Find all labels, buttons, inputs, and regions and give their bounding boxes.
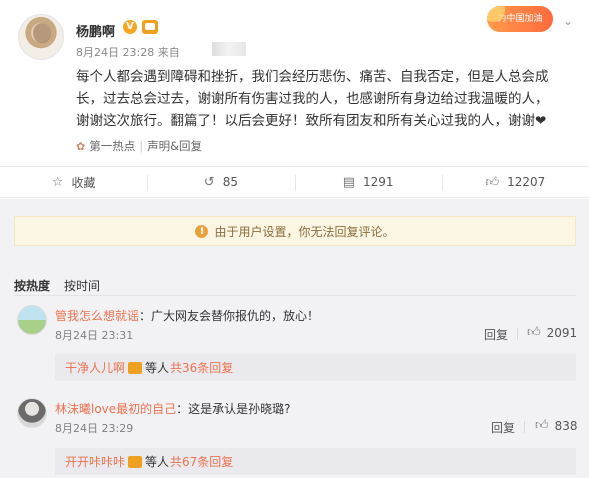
comment-time: 8月24日 23:31 xyxy=(55,329,134,342)
post-text-line: 长，过去总会过去，谢谢所有伤害过我的人，也感谢所有身边给过我温暖的人， xyxy=(76,91,549,107)
member-icon xyxy=(128,361,143,374)
sub-reply-nick[interactable]: 开开咔咔咔 xyxy=(65,453,125,470)
like-count: 12207 xyxy=(507,175,546,189)
member-icon[interactable] xyxy=(142,20,158,34)
thumbs-up-icon: 👍︎ xyxy=(485,174,500,190)
forward-icon: ↺ xyxy=(203,174,215,190)
comment-icon: ▤ xyxy=(342,174,355,190)
comment-like-count: 838 xyxy=(554,418,578,433)
favorite-label: 收藏 xyxy=(71,175,96,190)
comment-text: ：这是承认是孙晓璐? xyxy=(176,402,291,416)
tab-sort-by-time[interactable]: 按时间 xyxy=(64,277,100,294)
comment-like-button[interactable]: 👍︎ 838 xyxy=(535,418,578,433)
commenter-name[interactable]: 林沫曦love最初的自己 xyxy=(55,402,176,416)
promo-banner[interactable]: 为中国加油 xyxy=(487,6,553,32)
comment-body: 管我怎么想就谣：广大网友会替你报仇的，放心！ xyxy=(55,307,319,324)
weibo-post: 杨鹏啊 V 8月24日 23:28 来自 为中国加油 ⌄ 每个人都会遇到障碍和挫… xyxy=(0,0,589,163)
warning-icon: ! xyxy=(195,224,209,238)
chevron-down-icon[interactable]: ⌄ xyxy=(563,14,573,28)
post-time[interactable]: 8月24日 23:28 来自 xyxy=(76,44,180,60)
post-source-row: ✿ 第一热点 | 声明&回复 xyxy=(76,138,202,154)
user-avatar[interactable] xyxy=(18,14,64,60)
post-action-bar: ☆ 收藏 ↺ 85 ▤ 1291 👍︎ 12207 xyxy=(0,166,589,204)
sub-reply-etc: 等人 xyxy=(145,361,170,375)
notice-text: 由于用户设置，你无法回复评论。 xyxy=(214,224,395,239)
commenter-avatar[interactable] xyxy=(17,305,47,335)
sub-reply-summary[interactable]: 开开咔咔咔 等人 共67条回复 xyxy=(55,448,576,475)
post-username[interactable]: 杨鹏啊 xyxy=(76,21,115,40)
sub-reply-nick[interactable]: 干净人儿啊 xyxy=(65,359,125,376)
separator: | xyxy=(139,139,144,153)
reply-disabled-notice: ! 由于用户设置，你无法回复评论。 xyxy=(14,216,576,246)
favorite-button[interactable]: ☆ 收藏 xyxy=(0,167,147,197)
sub-reply-count[interactable]: 共36条回复 xyxy=(170,359,233,376)
comment-like-button[interactable]: 👍︎ 2091 xyxy=(527,325,577,340)
forward-count: 85 xyxy=(222,175,238,189)
hot-topic-icon: ✿ xyxy=(76,139,86,153)
comment-body: 林沫曦love最初的自己：这是承认是孙晓璐? xyxy=(55,400,291,417)
comment-like-count: 2091 xyxy=(546,325,578,340)
comments-section: ! 由于用户设置，你无法回复评论。 按热度 按时间 管我怎么想就谣：广大网友会替… xyxy=(0,199,589,478)
comment-time: 8月24日 23:29 xyxy=(55,422,134,435)
thumbs-up-icon: 👍︎ xyxy=(527,325,541,340)
comment-button[interactable]: ▤ 1291 xyxy=(294,167,442,204)
comment-sort-tabs: 按热度 按时间 xyxy=(14,277,100,294)
star-icon: ☆ xyxy=(51,174,64,190)
member-icon xyxy=(128,455,143,468)
separator xyxy=(524,421,525,433)
statement-link[interactable]: 声明&回复 xyxy=(147,138,202,154)
comment-text: ：广大网友会替你报仇的，放心！ xyxy=(139,309,320,323)
verified-icon: V xyxy=(123,20,137,34)
commenter-avatar[interactable] xyxy=(17,398,47,428)
sub-reply-etc: 等人 xyxy=(145,455,170,469)
post-text-line: 每个人都会遇到障碍和挫折，我们会经历悲伤、痛苦、自我否定，但是人总会成 xyxy=(76,69,549,85)
thumbs-up-icon: 👍︎ xyxy=(535,418,549,433)
like-button[interactable]: 👍︎ 12207 xyxy=(441,167,589,197)
post-text: 每个人都会遇到障碍和挫折，我们会经历悲伤、痛苦、自我否定，但是人总会成 长，过去… xyxy=(76,66,581,132)
commenter-name[interactable]: 管我怎么想就谣 xyxy=(55,309,139,323)
divider xyxy=(14,295,576,296)
post-text-line: 谢谢这次旅行。翻篇了！以后会更好！致所有团友和所有关心过我的人，谢谢❤ xyxy=(76,113,547,129)
reply-link[interactable]: 回复 xyxy=(491,419,515,436)
sub-reply-count[interactable]: 共67条回复 xyxy=(170,453,233,470)
comment-count: 1291 xyxy=(363,175,394,189)
source-link[interactable]: 第一热点 xyxy=(89,138,135,154)
redacted-source xyxy=(212,42,246,56)
tab-sort-by-hot[interactable]: 按热度 xyxy=(14,277,50,294)
sub-reply-summary[interactable]: 干净人儿啊 等人 共36条回复 xyxy=(55,354,576,381)
forward-button[interactable]: ↺ 85 xyxy=(147,167,294,197)
reply-link[interactable]: 回复 xyxy=(484,326,508,343)
separator xyxy=(517,328,518,340)
